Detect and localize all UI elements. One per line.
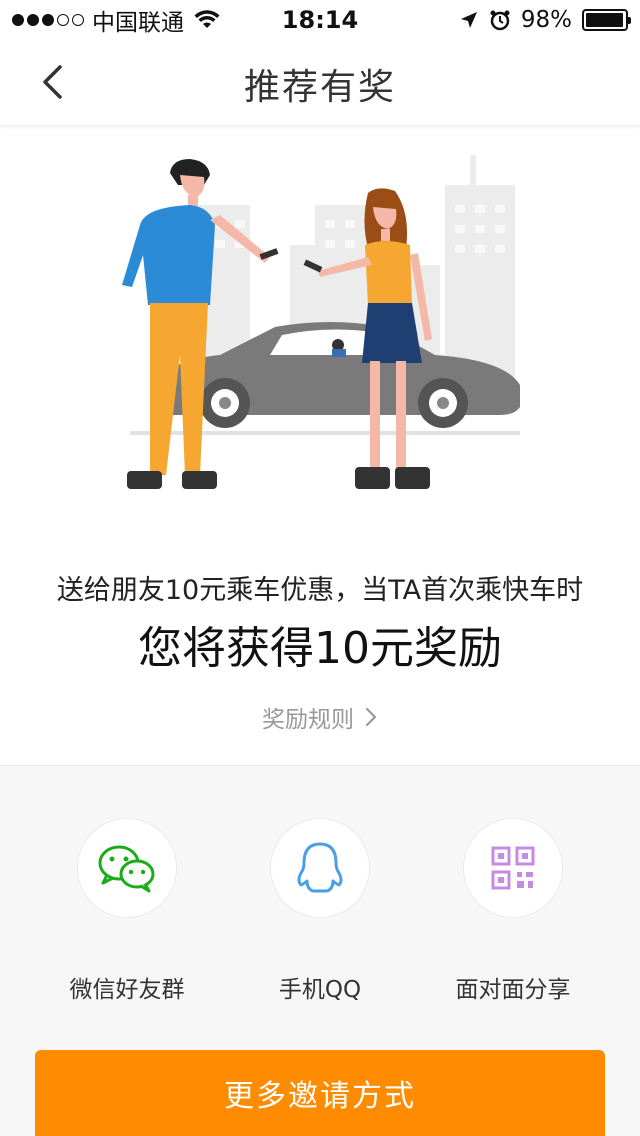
promo-headline: 您将获得10元奖励 (138, 623, 502, 674)
share-face-to-face-label: 面对面分享 (455, 977, 571, 1003)
chevron-right-icon (365, 707, 377, 727)
rules-link[interactable]: 奖励规则 (0, 700, 640, 734)
nav-bar: 推荐有奖 (0, 40, 640, 126)
battery-icon (582, 9, 631, 31)
wechat-icon (98, 845, 155, 893)
share-face-to-face[interactable]: 面对面分享 (413, 818, 613, 1004)
location-arrow-icon (460, 12, 477, 28)
qq-icon (297, 842, 343, 893)
more-invite-options-button[interactable]: 更多邀请方式 (35, 1050, 605, 1136)
share-circle (463, 818, 563, 918)
share-wechat-group[interactable]: 微信好友群 (27, 818, 227, 1004)
referral-illustration (122, 155, 520, 489)
share-circle (77, 818, 177, 918)
share-qq[interactable]: 手机QQ (220, 818, 420, 1004)
status-bar: 中国联通 18:14 98% (0, 0, 640, 40)
battery-fill (586, 13, 624, 27)
share-qq-label: 手机QQ (278, 977, 362, 1003)
promo-subtitle: 送给朋友10元乘车优惠，当TA首次乘快车时 (56, 575, 584, 606)
status-right: 98% (459, 6, 631, 34)
man-figure (122, 159, 279, 489)
share-wechat-label: 微信好友群 (69, 977, 185, 1003)
qr-code-icon (491, 846, 535, 890)
share-circle (270, 818, 370, 918)
rules-link-label: 奖励规则 (262, 707, 354, 733)
battery-percent: 98% (520, 7, 572, 33)
page-title: 推荐有奖 (243, 67, 396, 108)
alarm-icon (490, 10, 510, 31)
